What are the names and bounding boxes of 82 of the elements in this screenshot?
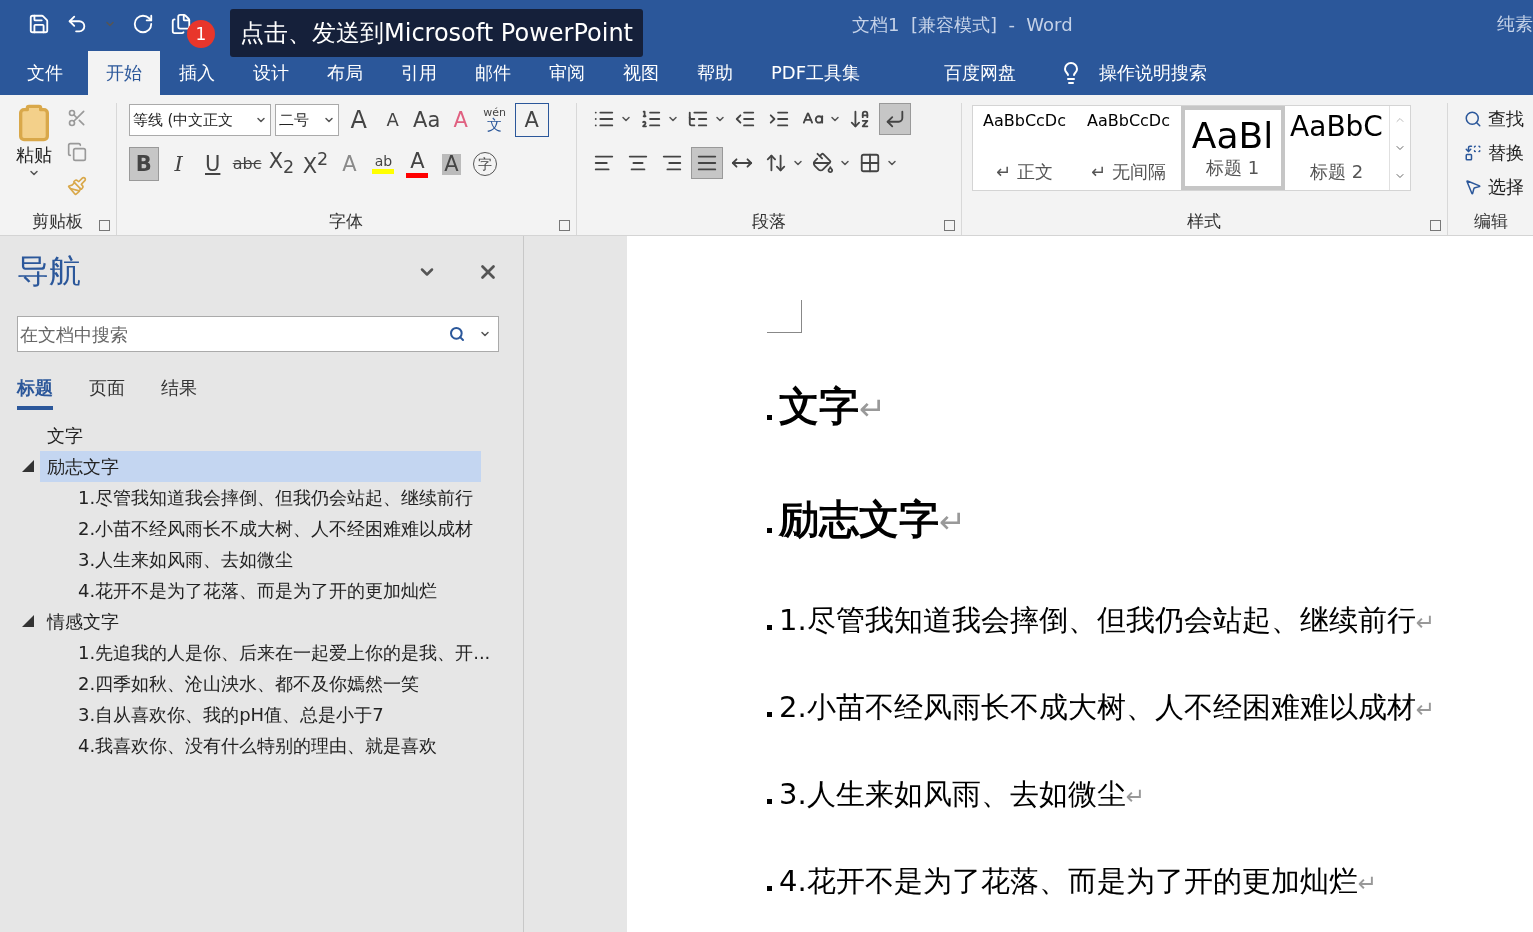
margin-mark (767, 300, 802, 333)
dialog-launcher-icon[interactable] (1430, 220, 1442, 231)
style-option[interactable]: AaBbC 标题 2 (1284, 106, 1389, 190)
font-format-button[interactable]: I (164, 148, 193, 180)
style-option[interactable]: AaBbCcDc ↵ 无间隔 (1076, 106, 1181, 190)
font-format-button[interactable]: X$_{2}$ (267, 148, 296, 180)
group-label: 编辑 (1473, 210, 1508, 233)
undo-icon[interactable] (66, 13, 88, 35)
font-tool-button[interactable]: A (514, 103, 549, 137)
heading-item[interactable]: 3.人生来如风雨、去如微尘 (71, 544, 294, 575)
ribbon-tab[interactable]: 开始 (88, 51, 160, 95)
ribbon-tab[interactable]: 帮助 (678, 51, 752, 95)
search-icon (1464, 110, 1483, 128)
heading-item[interactable]: 情感文字 (40, 606, 119, 637)
pane-title: 导航 (17, 251, 81, 292)
edit-command[interactable]: 替换 (1464, 137, 1525, 169)
redo-icon[interactable] (132, 13, 154, 35)
step-badge: 1 (187, 20, 215, 48)
paragraph-bullet-icon (767, 528, 772, 533)
body-text: 3.人生来如风雨、去如微尘↵ (779, 776, 1146, 813)
font-size-dropdown[interactable]: 二号 (274, 104, 339, 136)
pane-tab[interactable]: 页面 (89, 376, 125, 410)
heading-item[interactable]: 4.花开不是为了花落、而是为了开的更加灿烂 (71, 575, 438, 606)
font-format-button[interactable]: A (403, 148, 432, 180)
group-label: 段落 (751, 210, 786, 233)
font-format-button[interactable]: A (437, 148, 466, 180)
heading-item[interactable]: 2.小苗不经风雨长不成大树、人不经困难难以成材 (71, 513, 474, 544)
font-format-button[interactable]: X$^{2}$ (301, 148, 330, 180)
justify-icon[interactable] (690, 147, 723, 179)
paragraph-bullet-icon (767, 799, 772, 804)
tooltip: 点击、发送到Microsoft PowerPoint (230, 9, 643, 57)
style-option[interactable]: AaBl 标题 1 (1180, 106, 1285, 190)
expand-triangle-icon[interactable] (22, 615, 34, 627)
search-icon[interactable] (449, 326, 465, 342)
font-tool-button[interactable]: A (378, 104, 407, 136)
heading-item[interactable]: 4.我喜欢你、没有什么特别的理由、就是喜欢 (71, 730, 438, 761)
tell-me-search[interactable]: 操作说明搜索 (1099, 61, 1208, 85)
heading-item[interactable]: 2.四季如秋、沧山泱水、都不及你嫣然一笑 (71, 668, 420, 699)
font-tool-button[interactable]: A (344, 104, 373, 136)
group-label: 字体 (329, 210, 364, 233)
dialog-launcher-icon[interactable] (558, 220, 570, 231)
heading-item[interactable]: 1.先追我的人是你、后来在一起爱上你的是我、开... (71, 637, 491, 668)
style-option[interactable]: AaBbCcDc ↵ 正文 (972, 106, 1077, 190)
paragraph-bullet-icon (767, 886, 772, 891)
dialog-launcher-icon[interactable] (943, 220, 955, 231)
font-tool-button[interactable]: wén 文 (480, 104, 509, 136)
search-field[interactable]: 在文档中搜索 (17, 316, 499, 352)
ribbon-tab[interactable]: PDF工具集 (752, 51, 880, 95)
heading-text: 文字↵ (779, 382, 886, 431)
font-format-button[interactable]: abc (232, 148, 262, 180)
save-icon[interactable] (28, 13, 50, 35)
replace-icon (1464, 144, 1483, 162)
group-label: 样式 (1187, 210, 1222, 233)
window-title: 文档1 [兼容模式] - Word (852, 13, 1073, 37)
ribbon-tab[interactable]: 文件 (8, 51, 82, 95)
heading-item[interactable]: 1.尽管我知道我会摔倒、但我仍会站起、继续前行 (71, 482, 474, 513)
edit-command[interactable]: 选择 (1464, 171, 1525, 203)
pane-tab[interactable]: 结果 (161, 376, 197, 410)
group-label: 剪贴板 (32, 210, 84, 233)
font-name-dropdown[interactable]: 等线 (中文正文 (128, 104, 271, 136)
pointer-icon (1464, 178, 1483, 196)
paste-button[interactable]: 粘贴 (6, 103, 62, 210)
dialog-launcher-icon[interactable] (98, 220, 110, 231)
font-tool-button[interactable]: Aa (412, 104, 441, 136)
heading-item[interactable]: 3.自从喜欢你、我的pH值、总是小于7 (71, 699, 384, 730)
ribbon-tab[interactable]: 百度网盘 (925, 51, 1036, 95)
edit-command[interactable]: 查找 (1464, 103, 1525, 135)
paragraph-bullet-icon (767, 625, 772, 630)
heading-item[interactable]: 励志文字 (40, 451, 481, 482)
body-text: 2.小苗不经风雨长不成大树、人不经困难难以成材↵ (779, 689, 1436, 726)
font-format-button[interactable]: ab (369, 148, 398, 180)
heading-item[interactable]: 文字 (40, 420, 83, 451)
body-text: 4.花开不是为了花落、而是为了开的更加灿烂↵ (779, 863, 1378, 900)
user-name: 纯素 (1497, 12, 1533, 36)
documents-icon[interactable] (170, 13, 192, 35)
paragraph-bullet-icon (767, 415, 772, 420)
body-text: 1.尽管我知道我会摔倒、但我仍会站起、继续前行↵ (779, 602, 1436, 639)
font-format-button[interactable]: B (128, 147, 159, 181)
paragraph-bullet-icon (767, 712, 772, 717)
pane-tab[interactable]: 标题 (17, 376, 53, 410)
font-format-button[interactable]: U (198, 148, 227, 180)
heading-text: 励志文字↵ (779, 495, 966, 544)
